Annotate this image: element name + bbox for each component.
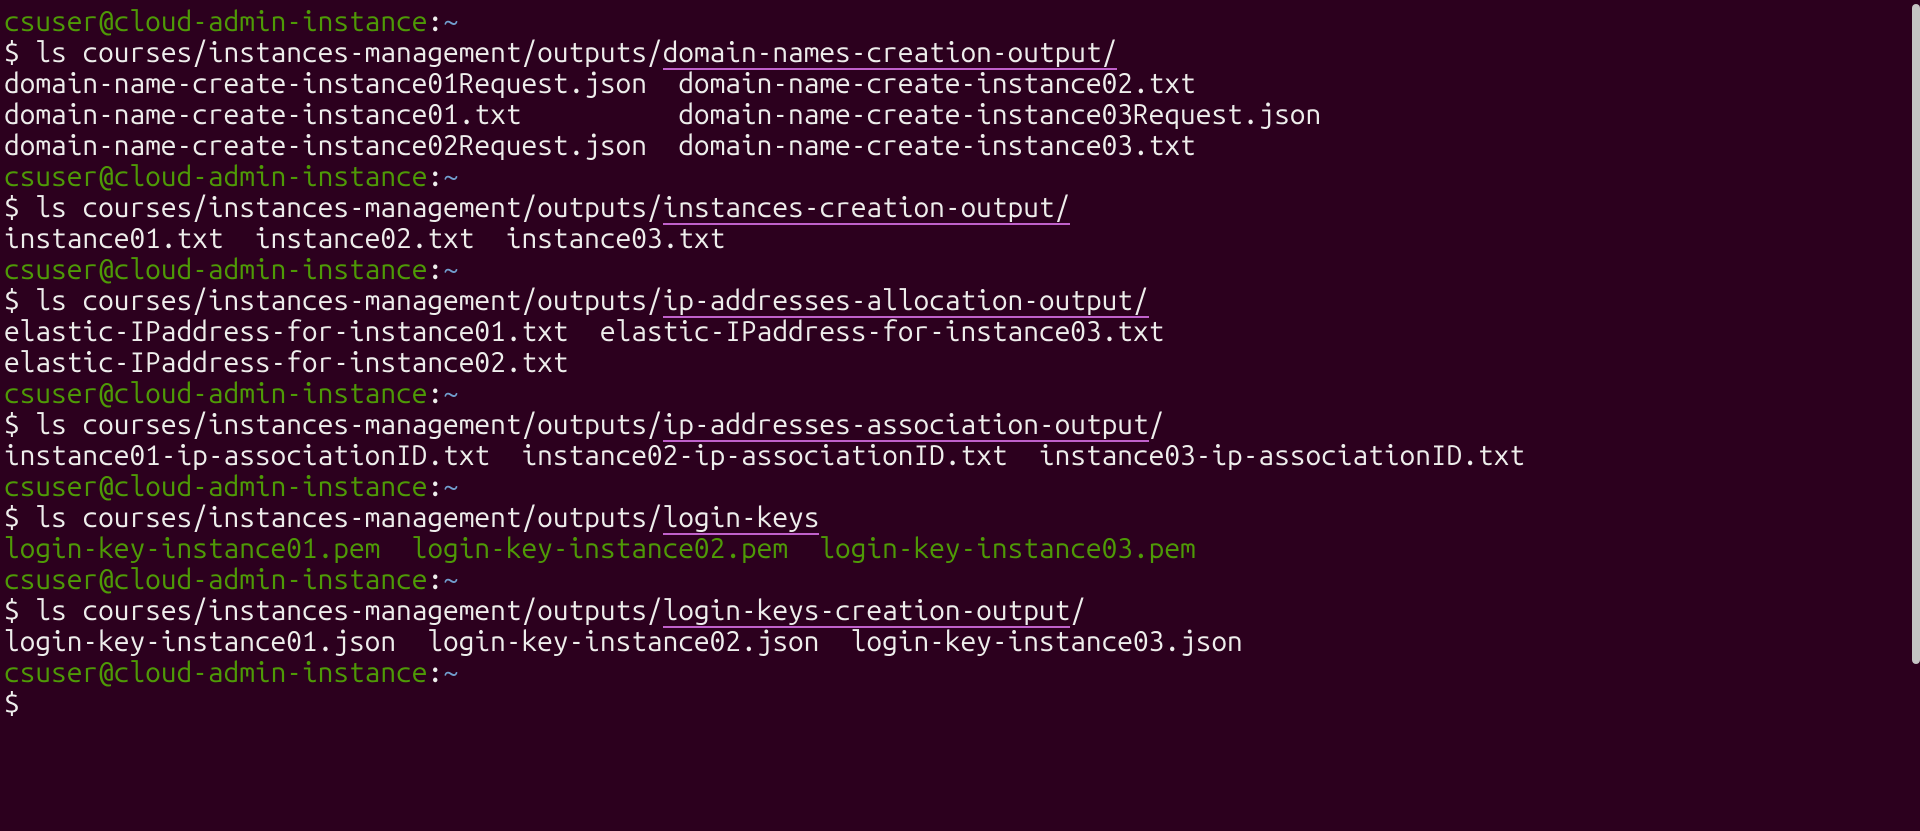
prompt-at: @ — [98, 254, 114, 285]
command-argument: login-keys — [663, 502, 820, 535]
prompt-host: cloud-admin-instance — [114, 254, 428, 285]
prompt-user: csuser — [4, 378, 98, 409]
prompt-path: ~ — [443, 254, 459, 285]
prompt-colon: : — [427, 161, 443, 192]
prompt-line: csuser@cloud-admin-instance:~ — [0, 657, 1920, 688]
prompt-line: csuser@cloud-admin-instance:~ — [0, 471, 1920, 502]
command-prefix: ls courses/instances-management/outputs/ — [35, 595, 662, 626]
prompt-user: csuser — [4, 6, 98, 37]
prompt-path: ~ — [443, 471, 459, 502]
command-argument: instances-creation-output/ — [663, 192, 1071, 225]
output-text: domain-name-create-instance02.txt — [678, 68, 1195, 99]
output-text: login-key-instance01.json login-key-inst… — [4, 626, 1243, 657]
command-prefix: ls courses/instances-management/outputs/ — [35, 502, 662, 533]
prompt-user: csuser — [4, 161, 98, 192]
prompt-host: cloud-admin-instance — [114, 6, 428, 37]
output-text: domain-name-create-instance02Request.jso… — [4, 130, 678, 161]
prompt-at: @ — [98, 161, 114, 192]
prompt-line: csuser@cloud-admin-instance:~ — [0, 254, 1920, 285]
prompt-at: @ — [98, 378, 114, 409]
prompt-host: cloud-admin-instance — [114, 657, 428, 688]
output-line: login-key-instance01.json login-key-inst… — [0, 626, 1920, 657]
output-line: instance01-ip-associationID.txt instance… — [0, 440, 1920, 471]
prompt-path: ~ — [443, 6, 459, 37]
command-argument: ip-addresses-association-output — [663, 409, 1149, 442]
command-argument: domain-names-creation-output/ — [663, 37, 1118, 70]
prompt-colon: : — [427, 254, 443, 285]
prompt-dollar: $ — [4, 688, 20, 719]
prompt-host: cloud-admin-instance — [114, 564, 428, 595]
prompt-user: csuser — [4, 471, 98, 502]
output-text: instance01-ip-associationID.txt instance… — [4, 440, 1525, 471]
prompt-host: cloud-admin-instance — [114, 161, 428, 192]
prompt-dollar: $ — [4, 285, 35, 316]
prompt-colon: : — [427, 564, 443, 595]
command-trailing-slash: / — [1149, 409, 1165, 440]
output-line: elastic-IPaddress-for-instance01.txt ela… — [0, 316, 1920, 347]
output-text: domain-name-create-instance01Request.jso… — [4, 68, 678, 99]
prompt-line: csuser@cloud-admin-instance:~ — [0, 6, 1920, 37]
output-line: instance01.txt instance02.txt instance03… — [0, 223, 1920, 254]
output-text: elastic-IPaddress-for-instance01.txt ela… — [4, 316, 1164, 347]
command-trailing-slash: / — [1070, 595, 1086, 626]
command-line: $ ls courses/instances-management/output… — [0, 285, 1920, 316]
command-line: $ ls courses/instances-management/output… — [0, 595, 1920, 626]
prompt-user: csuser — [4, 657, 98, 688]
output-text: instance01.txt instance02.txt instance03… — [4, 223, 725, 254]
command-line: $ ls courses/instances-management/output… — [0, 502, 1920, 533]
output-line: elastic-IPaddress-for-instance02.txt — [0, 347, 1920, 378]
prompt-at: @ — [98, 564, 114, 595]
command-prefix: ls courses/instances-management/outputs/ — [35, 409, 662, 440]
terminal-window[interactable]: csuser@cloud-admin-instance:~$ ls course… — [0, 0, 1920, 831]
command-line: $ ls courses/instances-management/output… — [0, 37, 1920, 68]
command-prefix: ls courses/instances-management/outputs/ — [35, 192, 662, 223]
output-line: domain-name-create-instance02Request.jso… — [0, 130, 1920, 161]
output-line: login-key-instance01.pem login-key-insta… — [0, 533, 1920, 564]
prompt-path: ~ — [443, 161, 459, 192]
prompt-user: csuser — [4, 254, 98, 285]
prompt-line-empty: $ — [0, 688, 1920, 719]
prompt-path: ~ — [443, 657, 459, 688]
prompt-colon: : — [427, 6, 443, 37]
prompt-line: csuser@cloud-admin-instance:~ — [0, 564, 1920, 595]
prompt-path: ~ — [443, 378, 459, 409]
output-text: login-key-instance01.pem login-key-insta… — [4, 533, 1196, 564]
output-line: domain-name-create-instance01Request.jso… — [0, 68, 1920, 99]
prompt-dollar: $ — [4, 595, 35, 626]
output-text: domain-name-create-instance01.txt — [4, 99, 678, 130]
command-argument: ip-addresses-allocation-output/ — [663, 285, 1149, 318]
output-text: domain-name-create-instance03.txt — [678, 130, 1195, 161]
command-line: $ ls courses/instances-management/output… — [0, 409, 1920, 440]
output-text: domain-name-create-instance03Request.jso… — [678, 99, 1321, 130]
prompt-dollar: $ — [4, 502, 35, 533]
prompt-dollar: $ — [4, 37, 35, 68]
output-text: elastic-IPaddress-for-instance02.txt — [4, 347, 568, 378]
command-argument: login-keys-creation-output — [663, 595, 1071, 628]
command-prefix: ls courses/instances-management/outputs/ — [35, 37, 662, 68]
prompt-path: ~ — [443, 564, 459, 595]
command-line: $ ls courses/instances-management/output… — [0, 192, 1920, 223]
terminal-content: csuser@cloud-admin-instance:~$ ls course… — [0, 6, 1920, 719]
prompt-colon: : — [427, 471, 443, 502]
prompt-host: cloud-admin-instance — [114, 471, 428, 502]
prompt-dollar: $ — [4, 192, 35, 223]
scrollbar[interactable] — [1912, 4, 1920, 664]
output-line: domain-name-create-instance01.txt domain… — [0, 99, 1920, 130]
prompt-at: @ — [98, 471, 114, 502]
command-prefix: ls courses/instances-management/outputs/ — [35, 285, 662, 316]
prompt-at: @ — [98, 6, 114, 37]
prompt-dollar: $ — [4, 409, 35, 440]
prompt-at: @ — [98, 657, 114, 688]
prompt-colon: : — [427, 378, 443, 409]
prompt-colon: : — [427, 657, 443, 688]
prompt-line: csuser@cloud-admin-instance:~ — [0, 378, 1920, 409]
prompt-user: csuser — [4, 564, 98, 595]
prompt-line: csuser@cloud-admin-instance:~ — [0, 161, 1920, 192]
prompt-host: cloud-admin-instance — [114, 378, 428, 409]
